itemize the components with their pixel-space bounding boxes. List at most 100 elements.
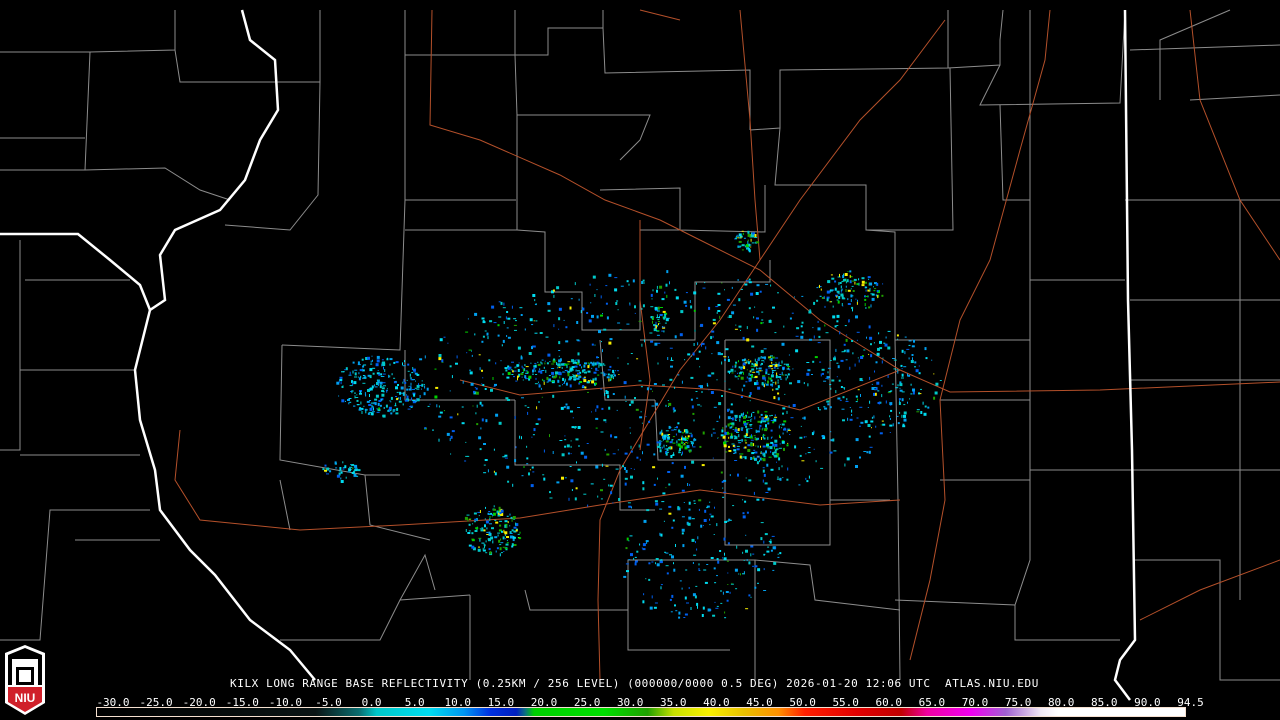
echo-pixel: [916, 409, 920, 411]
echo-pixel: [767, 546, 770, 548]
echo-pixel: [494, 383, 497, 386]
echo-pixel: [416, 374, 419, 376]
echo-pixel: [913, 339, 915, 343]
echo-pixel: [511, 529, 514, 532]
echo-pixel: [689, 300, 691, 303]
echo-pixel: [653, 383, 657, 385]
echo-pixel: [570, 410, 573, 413]
county-border: [1135, 559, 1280, 681]
echo-pixel: [595, 465, 599, 469]
echo-pixel: [553, 294, 555, 298]
echo-pixel: [578, 445, 580, 447]
echo-pixel: [742, 415, 744, 418]
echo-pixel: [523, 466, 525, 468]
echo-pixel: [353, 473, 357, 477]
echo-pixel: [761, 417, 765, 421]
echo-pixel: [594, 344, 596, 346]
echo-pixel: [742, 456, 745, 458]
echo-pixel: [484, 518, 486, 520]
echo-pixel: [850, 299, 852, 302]
echo-pixel: [524, 375, 527, 379]
echo-pixel: [688, 501, 691, 505]
echo-pixel: [709, 518, 710, 521]
echo-pixel: [541, 370, 545, 371]
echo-pixel: [506, 540, 508, 542]
echo-pixel: [685, 437, 689, 440]
echo-pixel: [757, 357, 761, 359]
echo-pixel: [751, 362, 754, 365]
echo-pixel: [657, 319, 660, 321]
echo-pixel: [754, 358, 756, 362]
echo-pixel: [369, 400, 371, 401]
echo-pixel: [875, 361, 878, 364]
echo-pixel: [760, 452, 762, 454]
echo-pixel: [745, 433, 748, 437]
echo-pixel: [881, 394, 883, 398]
echo-pixel: [580, 451, 584, 455]
echo-pixel: [353, 381, 357, 385]
echo-pixel: [904, 336, 907, 338]
echo-pixel: [773, 418, 777, 422]
echo-pixel: [734, 364, 737, 366]
echo-pixel: [737, 279, 739, 281]
echo-pixel: [716, 311, 718, 314]
echo-pixel: [565, 326, 568, 329]
echo-pixel: [338, 395, 340, 397]
echo-pixel: [851, 285, 854, 287]
echo-pixel: [524, 368, 526, 372]
echo-pixel: [654, 500, 658, 503]
echo-pixel: [572, 374, 576, 378]
echo-pixel: [515, 380, 518, 382]
echo-pixel: [373, 401, 375, 404]
echo-pixel: [934, 391, 938, 395]
echo-pixel: [687, 442, 688, 444]
echo-pixel: [880, 424, 882, 426]
county-border: [514, 54, 651, 161]
echo-pixel: [755, 361, 758, 365]
echo-pixel: [924, 347, 927, 351]
county-border: [1189, 94, 1280, 101]
echo-pixel: [372, 359, 373, 362]
echo-pixel: [642, 543, 646, 547]
echo-pixel: [535, 320, 538, 322]
echo-pixel: [520, 314, 523, 316]
echo-pixel: [566, 444, 570, 448]
echo-pixel: [517, 533, 520, 535]
echo-pixel: [576, 321, 579, 324]
echo-pixel: [384, 369, 386, 372]
echo-pixel: [601, 407, 604, 410]
echo-pixel: [344, 369, 347, 371]
echo-pixel: [856, 283, 859, 286]
echo-pixel: [351, 390, 354, 392]
echo-pixel: [819, 361, 822, 363]
echo-pixel: [674, 386, 676, 389]
echo-pixel: [781, 427, 783, 429]
echo-pixel: [624, 467, 626, 470]
echo-pixel: [704, 581, 708, 584]
echo-pixel: [481, 383, 483, 385]
echo-pixel: [756, 382, 759, 385]
echo-pixel: [748, 359, 750, 361]
echo-pixel: [771, 368, 774, 370]
echo-pixel: [745, 381, 748, 383]
echo-pixel: [751, 368, 755, 371]
echo-pixel: [754, 416, 756, 420]
echo-pixel: [730, 368, 734, 372]
county-border: [405, 115, 518, 231]
echo-pixel: [763, 473, 766, 477]
echo-pixel: [389, 363, 391, 366]
echo-pixel: [488, 531, 491, 535]
echo-pixel: [688, 508, 691, 511]
echo-pixel: [763, 361, 765, 363]
echo-pixel: [628, 505, 632, 508]
echo-pixel: [645, 416, 647, 418]
echo-pixel: [727, 408, 729, 412]
echo-pixel: [659, 449, 662, 453]
echo-pixel: [630, 450, 633, 453]
echo-pixel: [830, 439, 833, 442]
echo-pixel: [632, 279, 635, 283]
echo-pixel: [740, 573, 741, 576]
echo-pixel: [681, 489, 685, 492]
echo-pixel: [687, 435, 690, 438]
echo-pixel: [564, 370, 567, 371]
